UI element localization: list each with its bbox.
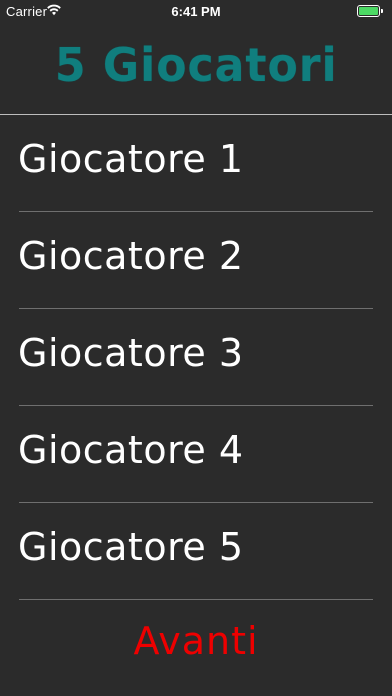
battery-icon <box>357 5 383 17</box>
status-time: 6:41 PM <box>171 4 221 19</box>
next-button-label: Avanti <box>133 619 259 663</box>
player-label: Giocatore 3 <box>18 331 244 375</box>
header: 5 Giocatori <box>0 22 392 114</box>
player-row-5[interactable]: Giocatore 5 <box>0 503 392 600</box>
player-list: Giocatore 1 Giocatore 2 Giocatore 3 Gioc… <box>0 115 392 600</box>
player-label: Giocatore 2 <box>18 234 244 278</box>
next-button[interactable]: Avanti <box>0 602 392 686</box>
player-row-1[interactable]: Giocatore 1 <box>0 115 392 212</box>
page-title: 5 Giocatori <box>54 38 338 92</box>
status-bar: Carrier 6:41 PM <box>0 0 392 22</box>
player-label: Giocatore 5 <box>18 525 244 569</box>
player-label: Giocatore 1 <box>18 137 244 181</box>
player-row-3[interactable]: Giocatore 3 <box>0 309 392 406</box>
player-row-2[interactable]: Giocatore 2 <box>0 212 392 309</box>
player-row-4[interactable]: Giocatore 4 <box>0 406 392 503</box>
player-label: Giocatore 4 <box>18 428 244 472</box>
